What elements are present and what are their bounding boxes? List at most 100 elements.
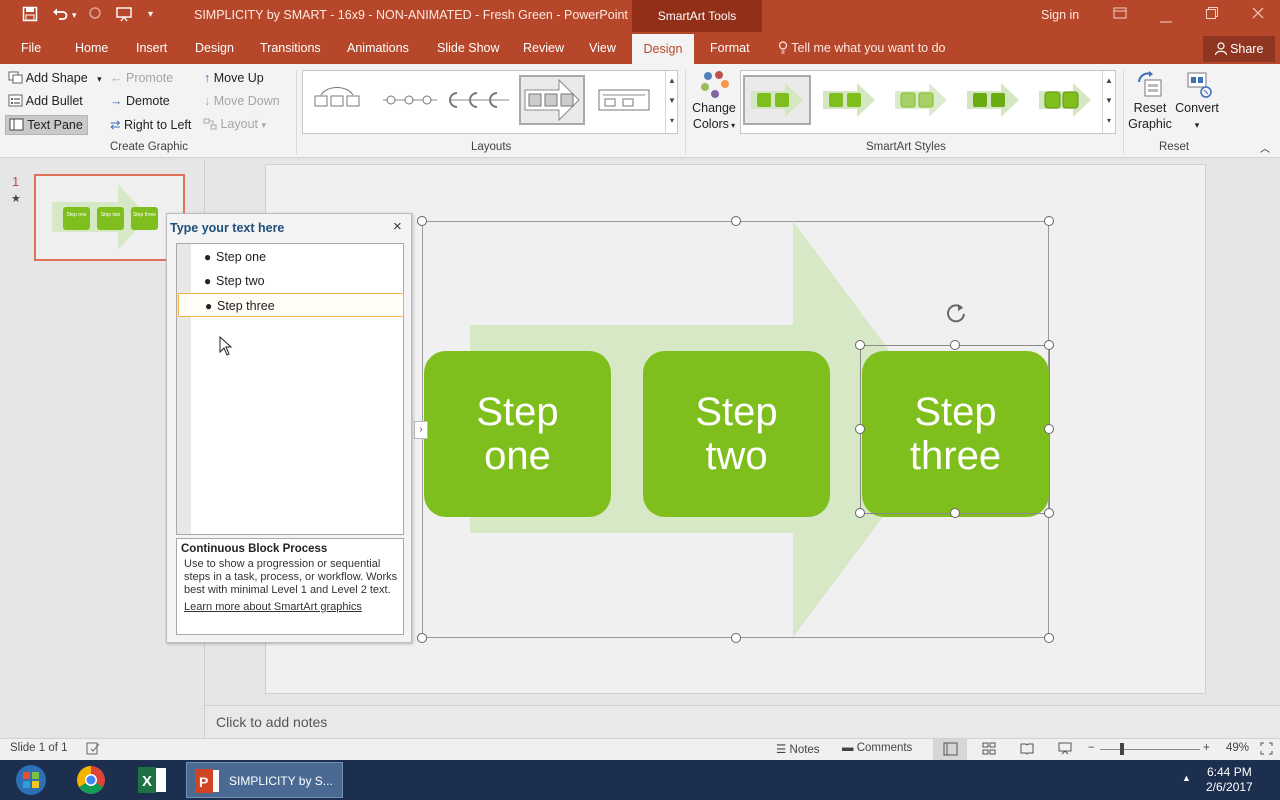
resize-handle[interactable] (1044, 216, 1054, 226)
share-button[interactable]: Share (1203, 36, 1275, 62)
tray-expand-icon[interactable]: ▲ (1182, 773, 1191, 783)
spell-check-icon[interactable] (86, 742, 100, 758)
list-item[interactable]: ● Step two (178, 269, 404, 293)
resize-handle[interactable] (1044, 340, 1054, 350)
resize-handle[interactable] (1044, 633, 1054, 643)
smartart-step-box[interactable]: Step two (643, 351, 830, 517)
redo-icon[interactable] (88, 6, 102, 24)
move-up-button[interactable]: ↑ Move Up (204, 71, 264, 85)
tab-transitions[interactable]: Transitions (260, 41, 321, 55)
promote-button[interactable]: ← Promote (110, 71, 173, 85)
customize-qat-icon[interactable]: ▾ (148, 9, 153, 20)
tab-animations[interactable]: Animations (347, 41, 409, 55)
layout-option-continuous-block-process[interactable] (519, 75, 585, 125)
save-icon[interactable] (22, 6, 38, 26)
reading-view-icon[interactable] (1020, 742, 1034, 758)
gallery-more-icon[interactable]: ▾ (1103, 111, 1115, 131)
move-down-button[interactable]: ↓ Move Down (204, 94, 280, 108)
ribbon-display-options-icon[interactable] (1113, 6, 1127, 22)
notes-pane[interactable]: Click to add notes (205, 705, 1280, 738)
convert-button[interactable]: Convert ▾ (1174, 70, 1220, 133)
style-option-3[interactable] (889, 75, 955, 125)
zoom-out-icon[interactable]: − (1088, 742, 1095, 754)
comments-button[interactable]: ▬ Comments (842, 742, 912, 754)
right-to-left-button[interactable]: ⇄ Right to Left (110, 117, 191, 132)
add-shape-button[interactable]: Add Shape ▾ (8, 71, 102, 85)
zoom-level[interactable]: 49% (1226, 742, 1249, 754)
tab-design[interactable]: Design (195, 41, 234, 55)
resize-handle[interactable] (950, 508, 960, 518)
list-item[interactable]: ● Step one (178, 245, 404, 269)
scroll-down-icon[interactable]: ▼ (1103, 91, 1115, 111)
layout-option-5[interactable] (593, 75, 659, 125)
zoom-slider-track[interactable] (1100, 749, 1200, 750)
text-pane-button[interactable]: Text Pane (5, 115, 88, 135)
layout-option-2[interactable] (377, 75, 443, 125)
start-button-icon[interactable] (6, 763, 56, 797)
normal-view-button[interactable] (933, 739, 967, 760)
smartart-step-box[interactable]: Step one (424, 351, 611, 517)
change-colors-button[interactable]: Change Colors ▾ (692, 70, 736, 134)
scroll-up-icon[interactable]: ▲ (666, 71, 678, 91)
resize-handle[interactable] (417, 216, 427, 226)
start-slideshow-icon[interactable] (116, 6, 132, 26)
resize-handle[interactable] (950, 340, 960, 350)
smartart-styles-gallery[interactable]: ▲ ▼ ▾ (740, 70, 1116, 134)
layout-option-3[interactable] (447, 75, 513, 125)
resize-handle[interactable] (731, 633, 741, 643)
minimize-icon[interactable] (1160, 10, 1172, 26)
demote-button[interactable]: → Demote (110, 94, 170, 108)
tab-file[interactable]: File (21, 41, 41, 55)
layout-button[interactable]: Layout ▾ (203, 117, 266, 131)
style-option-1[interactable] (743, 75, 811, 125)
undo-dropdown-icon[interactable]: ▾ (72, 10, 77, 21)
layout-option-1[interactable] (307, 75, 373, 125)
tab-home[interactable]: Home (75, 41, 108, 55)
chrome-icon[interactable] (66, 763, 116, 797)
tab-insert[interactable]: Insert (136, 41, 167, 55)
tab-review[interactable]: Review (523, 41, 564, 55)
tab-format[interactable]: Format (710, 41, 750, 55)
learn-more-link[interactable]: Learn more about SmartArt graphics (181, 601, 399, 613)
text-pane-list[interactable]: ● Step one ● Step two ● Step three (176, 243, 404, 535)
styles-scroll[interactable]: ▲ ▼ ▾ (1102, 71, 1115, 133)
zoom-in-icon[interactable]: + (1203, 742, 1210, 754)
resize-handle[interactable] (731, 216, 741, 226)
layouts-scroll[interactable]: ▲ ▼ ▾ (665, 71, 678, 133)
fit-slide-icon[interactable] (1260, 742, 1273, 758)
resize-handle[interactable] (855, 424, 865, 434)
zoom-slider-thumb[interactable] (1120, 743, 1124, 755)
scroll-down-icon[interactable]: ▼ (666, 91, 678, 111)
tab-smartart-design[interactable]: Design (632, 34, 694, 64)
style-option-2[interactable] (817, 75, 883, 125)
style-option-4[interactable] (961, 75, 1027, 125)
notes-button[interactable]: ☰ Notes (776, 742, 820, 756)
slide-sorter-view-icon[interactable] (982, 742, 996, 758)
close-window-icon[interactable] (1252, 6, 1264, 22)
tab-slide-show[interactable]: Slide Show (437, 41, 500, 55)
undo-icon[interactable] (52, 6, 68, 26)
add-bullet-button[interactable]: Add Bullet (8, 94, 83, 108)
slide-thumbnail[interactable]: Step one Step two Step three (34, 174, 185, 261)
close-icon[interactable]: × (393, 218, 402, 235)
slideshow-view-icon[interactable] (1058, 742, 1072, 758)
expand-text-pane-icon[interactable]: › (414, 421, 428, 439)
collapse-ribbon-icon[interactable]: ︿ (1260, 140, 1270, 155)
reset-graphic-button[interactable]: Reset Graphic (1128, 70, 1172, 132)
excel-icon[interactable]: X (126, 763, 176, 797)
layouts-gallery[interactable]: ▲ ▼ ▾ (302, 70, 678, 134)
resize-handle[interactable] (417, 633, 427, 643)
list-item-selected[interactable]: ● Step three (178, 293, 404, 317)
sign-in-link[interactable]: Sign in (1041, 8, 1079, 22)
resize-handle[interactable] (855, 508, 865, 518)
restore-icon[interactable] (1206, 6, 1218, 22)
resize-handle[interactable] (1044, 424, 1054, 434)
taskbar-powerpoint-button[interactable]: P SIMPLICITY by S... (186, 762, 343, 798)
scroll-up-icon[interactable]: ▲ (1103, 71, 1115, 91)
resize-handle[interactable] (1044, 508, 1054, 518)
gallery-more-icon[interactable]: ▾ (666, 111, 678, 131)
system-clock[interactable]: 6:44 PM 2/6/2017 (1206, 765, 1253, 795)
resize-handle[interactable] (855, 340, 865, 350)
tab-view[interactable]: View (589, 41, 616, 55)
rotate-handle-icon[interactable] (944, 300, 968, 327)
